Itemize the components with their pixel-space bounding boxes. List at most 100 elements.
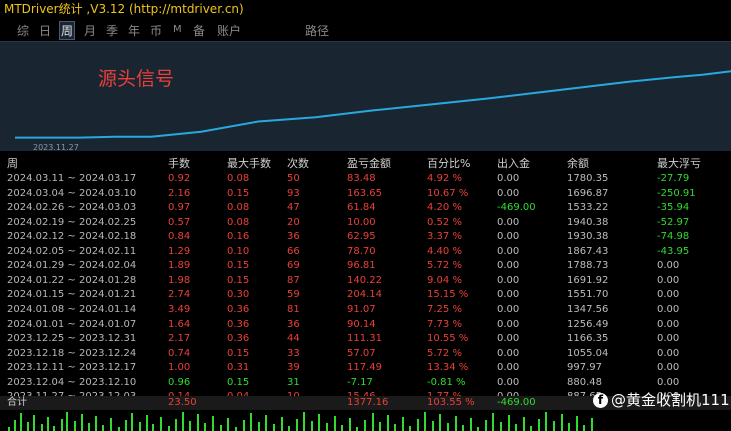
cell-period: 2024.02.19 ~ 2024.02.25 [7, 216, 137, 228]
tab-account[interactable]: 账户 [217, 22, 241, 39]
cell-count: 36 [287, 318, 300, 330]
tick-bar [81, 414, 83, 431]
cell-profit: 10.00 [347, 216, 376, 228]
cell-pct: 4.92 % [427, 173, 462, 184]
tick-bar [41, 424, 43, 431]
cell-balance: 1533.22 [567, 202, 609, 214]
tick-bar [243, 420, 245, 431]
cell-profit: 96.81 [347, 260, 376, 272]
cell-pct: 5.72 % [427, 347, 462, 359]
tick-bar [53, 426, 55, 431]
tick-bar [110, 418, 112, 431]
cell-lots: 0.97 [168, 202, 191, 214]
cell-float: -27.79 [657, 173, 690, 184]
tick-bar [265, 415, 267, 431]
cell-io: 0.00 [497, 362, 520, 374]
tick-bar [8, 427, 10, 431]
cell-balance: 1551.70 [567, 289, 609, 301]
header-max-lots[interactable]: 最大手数 [227, 157, 271, 171]
cell-profit: 111.31 [347, 333, 382, 345]
tick-bar [74, 421, 76, 431]
tick-bar [576, 416, 578, 431]
table-row: 2024.02.05 ~ 2024.02.11 1.29 0.10 66 78.70 4.… [0, 245, 731, 259]
cell-balance: 1256.49 [567, 318, 609, 330]
tick-bar [349, 418, 351, 431]
tab-m[interactable]: M [173, 24, 182, 35]
cell-lots: 0.74 [168, 347, 191, 359]
tab-day[interactable]: 日 [39, 22, 51, 39]
cell-count: 81 [287, 303, 300, 315]
cell-float: 0.00 [657, 289, 680, 301]
bottom-tick-bars [8, 412, 593, 431]
tick-bar [402, 417, 404, 431]
header-period[interactable]: 周 [7, 157, 18, 171]
tick-bar [462, 425, 464, 431]
tab-month[interactable]: 月 [84, 22, 96, 39]
cell-max-lots: 0.15 [227, 187, 250, 199]
tick-bar [168, 426, 170, 431]
cell-lots: 0.92 [168, 173, 191, 184]
tick-bar [515, 424, 517, 431]
tab-summary[interactable]: 综 [17, 22, 29, 39]
cell-lots: 2.74 [168, 289, 191, 301]
tick-bar [538, 419, 540, 431]
cell-pct: -0.81 % [427, 376, 466, 388]
tick-bar [250, 413, 252, 431]
tab-quarter[interactable]: 季 [106, 22, 118, 39]
cell-max-lots: 0.36 [227, 333, 250, 345]
header-percent[interactable]: 百分比% [427, 157, 470, 171]
cell-period: 2024.02.05 ~ 2024.02.11 [7, 245, 137, 257]
tab-week[interactable]: 周 [59, 21, 76, 40]
tick-bar [318, 414, 320, 431]
header-balance[interactable]: 余额 [567, 157, 589, 171]
cell-period: 2023.12.11 ~ 2023.12.17 [7, 362, 137, 374]
cell-float: 0.00 [657, 362, 680, 374]
tab-currency[interactable]: 币 [150, 22, 162, 39]
header-profit[interactable]: 盈亏金额 [347, 157, 391, 171]
table-row: 2024.02.26 ~ 2024.03.03 0.97 0.08 47 61.84 4.… [0, 201, 731, 215]
cell-lots: 2.16 [168, 187, 191, 199]
cell-profit: 62.95 [347, 231, 376, 243]
cell-max-lots: 0.31 [227, 362, 250, 374]
tab-path[interactable]: 路径 [305, 22, 329, 39]
cell-io: 0.00 [497, 289, 520, 301]
tick-bar [212, 416, 214, 431]
cell-max-lots: 0.16 [227, 231, 250, 243]
header-max-floating-loss[interactable]: 最大浮亏 [657, 157, 701, 171]
header-deposit-withdraw[interactable]: 出入金 [497, 157, 530, 171]
tab-notes[interactable]: 备 [193, 22, 205, 39]
cell-count: 59 [287, 289, 300, 301]
cell-float: 0.00 [657, 347, 680, 359]
equity-curve [15, 70, 731, 139]
tick-bar [95, 416, 97, 431]
tab-year[interactable]: 年 [128, 22, 140, 39]
tick-bar [379, 422, 381, 431]
cell-float: -52.97 [657, 216, 690, 228]
tick-bar [125, 420, 127, 431]
cell-balance: 1940.38 [567, 216, 609, 228]
tick-bar [220, 425, 222, 431]
header-lots[interactable]: 手数 [168, 157, 190, 171]
cell-float: -74.98 [657, 231, 690, 243]
cell-io: 0.00 [497, 173, 520, 184]
tick-bar [303, 412, 305, 431]
cell-pct: 13.34 % [427, 362, 469, 374]
cell-float: 0.00 [657, 376, 680, 388]
tick-bar [455, 416, 457, 431]
cell-pct: 4.20 % [427, 202, 462, 214]
cell-float: 0.00 [657, 303, 680, 315]
tick-bar [500, 422, 502, 431]
tick-bar [118, 427, 120, 431]
cell-count: 39 [287, 362, 300, 374]
cell-period: 2024.02.12 ~ 2024.02.18 [7, 231, 137, 243]
cell-profit: 61.84 [347, 202, 376, 214]
header-count[interactable]: 次数 [287, 157, 309, 171]
cell-pct: 10.67 % [427, 187, 469, 199]
table-row: 2023.12.11 ~ 2023.12.17 1.00 0.31 39 117.49 1… [0, 361, 731, 375]
window-title: MTDriver统计 ,V3.12 (http://mtdriver.cn) [0, 0, 731, 19]
cell-max-lots: 0.30 [227, 289, 250, 301]
cell-lots: 1.89 [168, 260, 191, 272]
tick-bar [160, 417, 162, 431]
cell-profit: 140.22 [347, 274, 382, 286]
cell-period: 2024.01.08 ~ 2024.01.14 [7, 303, 137, 315]
